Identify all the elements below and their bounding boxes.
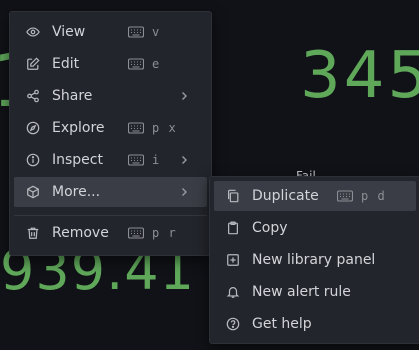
- bell-icon: [225, 284, 241, 300]
- shortcut-keys: p r: [152, 226, 177, 240]
- menu-item-label: Get help: [252, 316, 312, 332]
- menu-item-remove[interactable]: Remove p r: [14, 218, 207, 248]
- submenu-item-new-alert-rule[interactable]: New alert rule: [214, 277, 416, 307]
- menu-item-label: Remove: [52, 225, 109, 241]
- menu-item-view[interactable]: View v: [14, 17, 207, 47]
- submenu-item-copy[interactable]: Copy: [214, 213, 416, 243]
- shortcut-keys: v: [152, 25, 161, 39]
- menu-item-label: New alert rule: [252, 284, 351, 300]
- menu-item-label: Duplicate: [252, 188, 319, 204]
- chevron-right-icon: [182, 188, 187, 196]
- menu-item-label: Explore: [52, 120, 105, 136]
- menu-item-more[interactable]: More...: [14, 177, 207, 207]
- clipboard-icon: [225, 220, 241, 236]
- submenu-item-new-library-panel[interactable]: New library panel: [214, 245, 416, 275]
- menu-item-label: Copy: [252, 220, 288, 236]
- menu-item-label: More...: [52, 184, 101, 200]
- keyboard-icon: [337, 190, 353, 202]
- menu-item-label: Inspect: [52, 152, 103, 168]
- edit-icon: [25, 56, 41, 72]
- more-submenu: Duplicate p d Copy New library panel New…: [209, 176, 419, 344]
- shortcut-keys: p x: [152, 121, 177, 135]
- menu-divider: [14, 215, 207, 216]
- submenu-item-get-help[interactable]: Get help: [214, 309, 416, 339]
- menu-item-explore[interactable]: Explore p x: [14, 113, 207, 143]
- keyboard-icon: [128, 122, 144, 134]
- stat-value-top-right: 345: [300, 39, 419, 113]
- keyboard-shortcut: p x: [128, 121, 177, 135]
- menu-item-inspect[interactable]: Inspect i: [14, 145, 207, 175]
- keyboard-shortcut: i: [128, 153, 160, 167]
- keyboard-shortcut: e: [128, 57, 160, 71]
- chevron-right-icon: [182, 156, 187, 164]
- menu-item-edit[interactable]: Edit e: [14, 49, 207, 79]
- menu-item-label: Edit: [52, 56, 80, 72]
- keyboard-icon: [128, 58, 144, 70]
- shortcut-keys: i: [152, 153, 161, 167]
- menu-item-share[interactable]: Share: [14, 81, 207, 111]
- keyboard-icon: [128, 227, 144, 239]
- plus-square-icon: [225, 252, 241, 268]
- copy-icon: [225, 188, 241, 204]
- keyboard-shortcut: p d: [337, 189, 386, 203]
- info-icon: [25, 152, 41, 168]
- keyboard-shortcut: v: [128, 25, 160, 39]
- menu-item-label: Share: [52, 88, 93, 104]
- eye-icon: [25, 24, 41, 40]
- compass-icon: [25, 120, 41, 136]
- chevron-right-icon: [182, 92, 187, 100]
- menu-item-label: New library panel: [252, 252, 376, 268]
- share-icon: [25, 88, 41, 104]
- cube-icon: [25, 184, 41, 200]
- keyboard-icon: [128, 26, 144, 38]
- submenu-item-duplicate[interactable]: Duplicate p d: [214, 181, 416, 211]
- trash-icon: [25, 225, 41, 241]
- shortcut-keys: e: [152, 57, 161, 71]
- shortcut-keys: p d: [361, 189, 386, 203]
- panel-context-menu: View v Edit e Share Explore p x Inspect …: [9, 11, 212, 256]
- question-circle-icon: [225, 316, 241, 332]
- keyboard-icon: [128, 154, 144, 166]
- keyboard-shortcut: p r: [128, 226, 177, 240]
- menu-item-label: View: [52, 24, 86, 40]
